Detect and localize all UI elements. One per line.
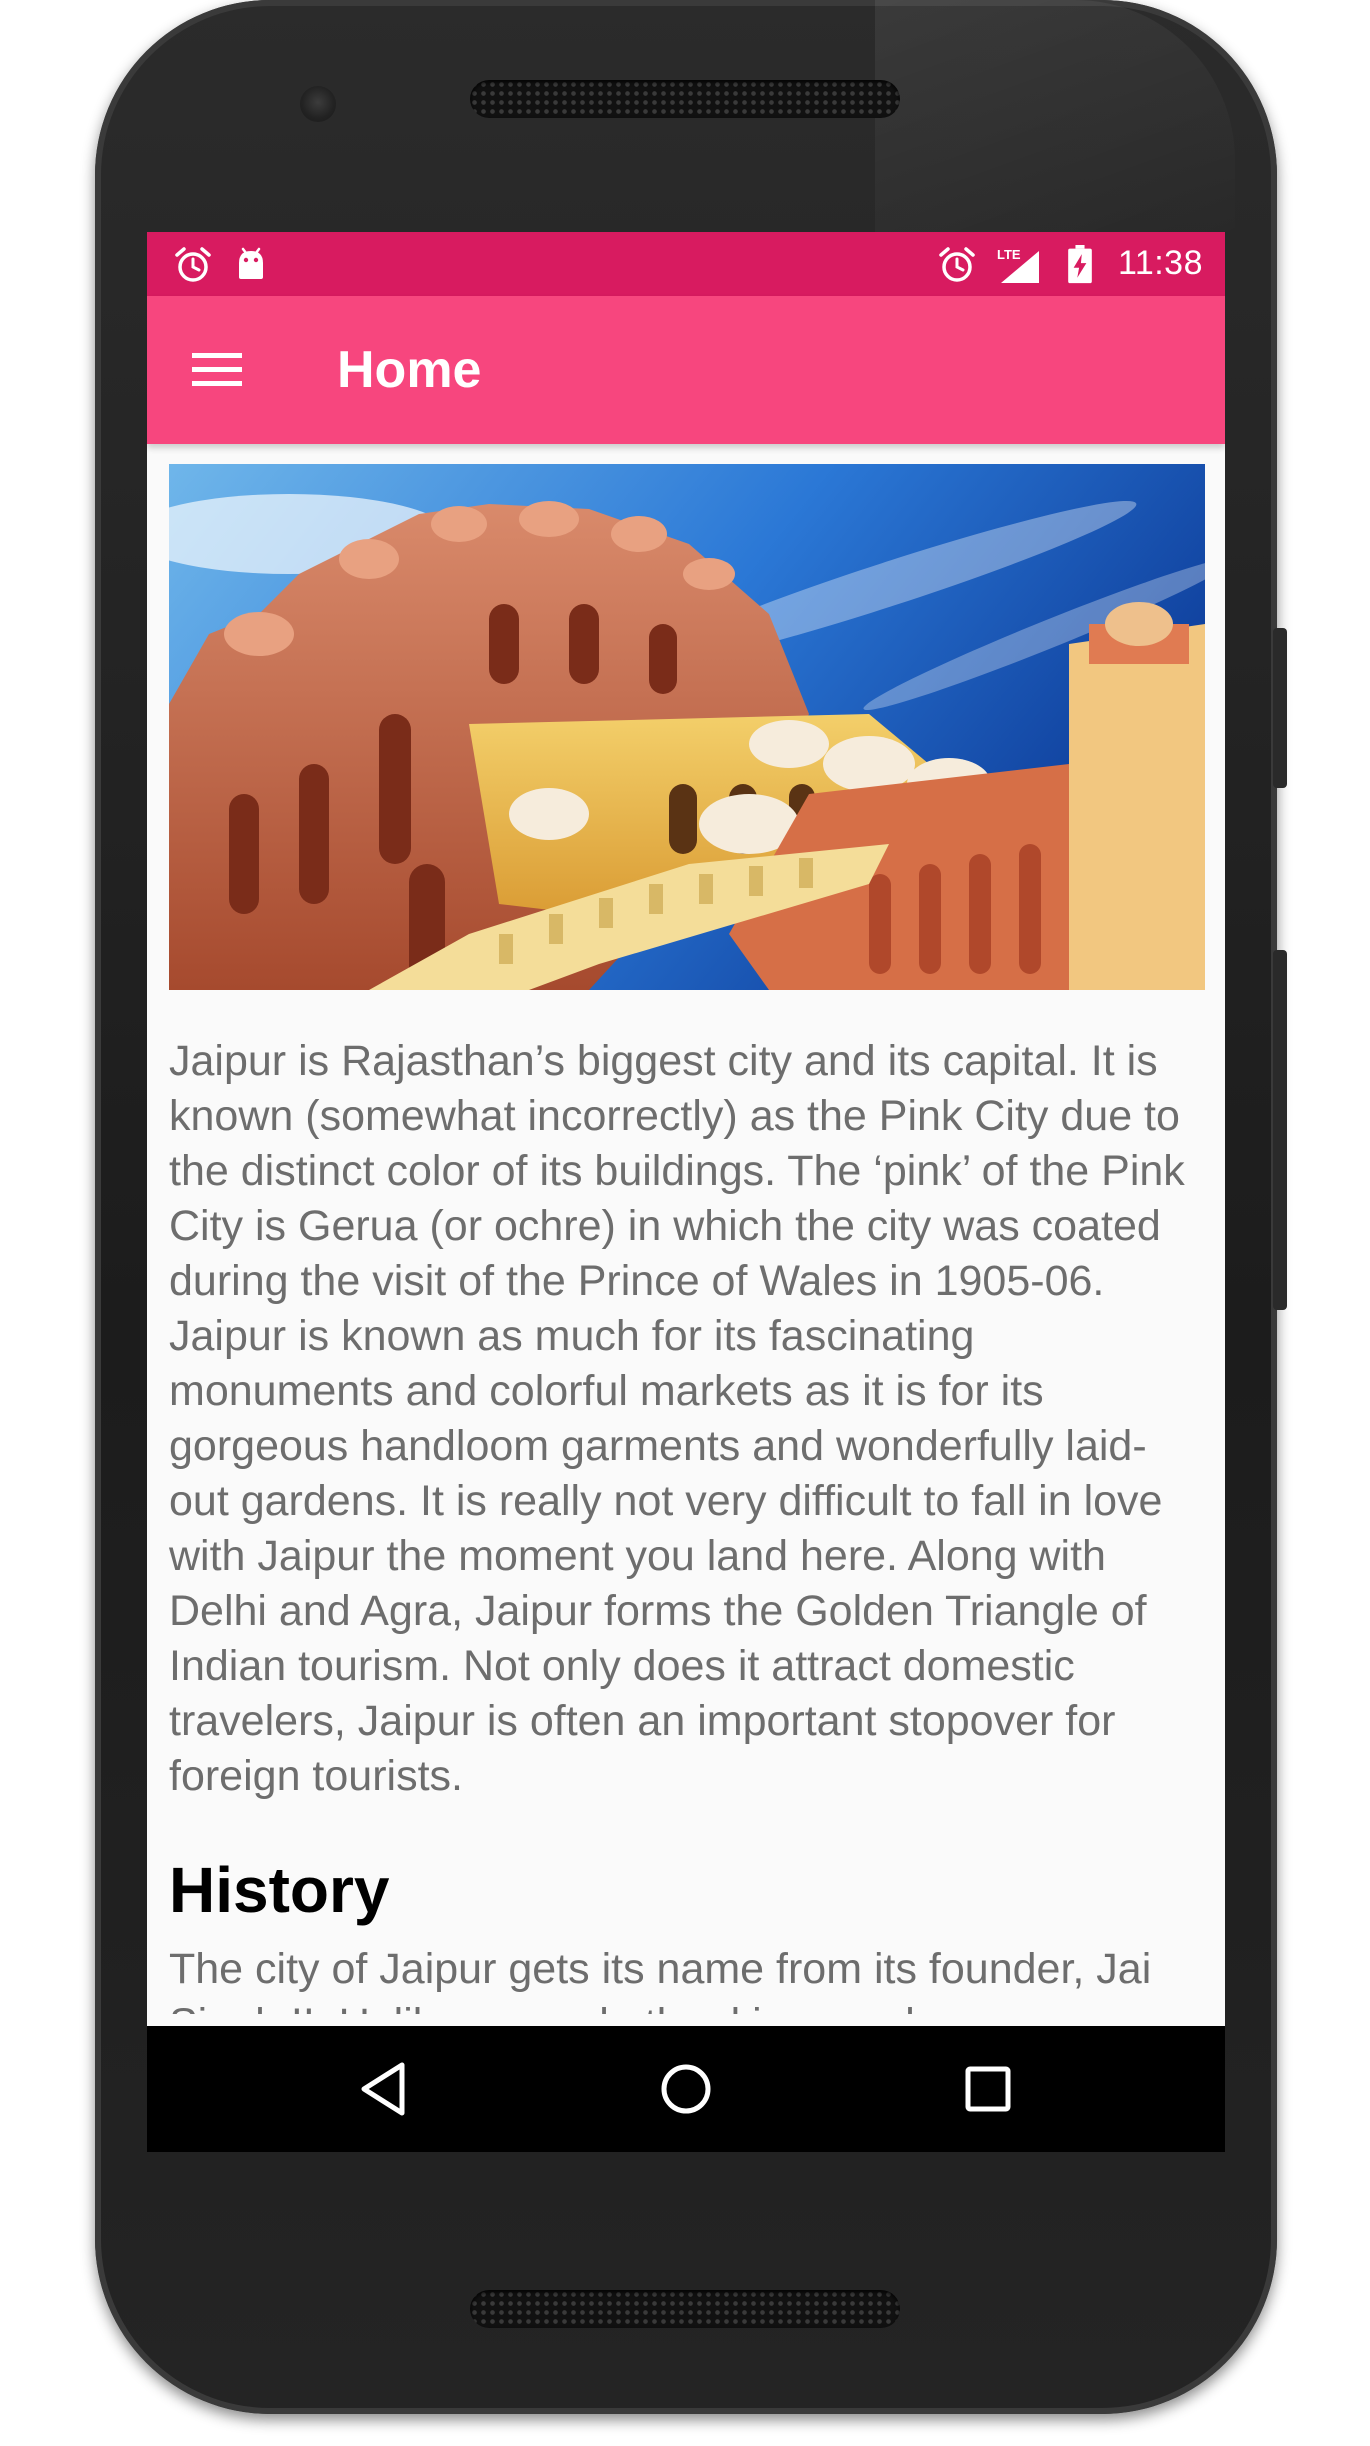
home-icon: [661, 2064, 711, 2114]
recents-button[interactable]: [953, 2054, 1023, 2124]
status-bar: LTE 11:38: [147, 232, 1225, 296]
app-bar: Home: [147, 296, 1225, 444]
status-time: 11:38: [1117, 244, 1203, 282]
network-type-label: LTE: [997, 247, 1021, 262]
system-navigation-bar: [147, 2026, 1225, 2152]
alarm-icon: [939, 247, 975, 282]
device-frame: LTE 11:38 Home Jaipur is Rajasthan’s big…: [0, 0, 1370, 2446]
power-button: [1273, 628, 1287, 788]
screen: LTE 11:38 Home Jaipur is Rajasthan’s big…: [147, 232, 1225, 2152]
navigation-drawer-button[interactable]: [185, 338, 249, 402]
android-debug-icon: [239, 247, 263, 279]
bottom-speaker-grille: [470, 2290, 900, 2328]
alarm-icon: [175, 247, 211, 282]
history-paragraph: The city of Jaipur gets its name from it…: [169, 1945, 1152, 2014]
volume-button: [1273, 950, 1287, 1310]
history-heading: History: [169, 1854, 390, 1926]
content-scroll-area[interactable]: Jaipur is Rajasthan’s biggest city and i…: [147, 444, 1225, 2014]
battery-charging-icon: [1068, 245, 1092, 284]
intro-paragraph: Jaipur is Rajasthan’s biggest city and i…: [169, 1037, 1185, 1800]
front-camera: [300, 86, 336, 122]
hero-image: [169, 464, 1205, 990]
signal-icon: LTE: [997, 247, 1039, 283]
app-bar-title: Home: [337, 341, 482, 399]
back-button[interactable]: [349, 2054, 419, 2124]
hamburger-menu-icon: [192, 353, 242, 386]
back-icon: [361, 2062, 405, 2116]
home-button[interactable]: [651, 2054, 721, 2124]
top-speaker-grille: [470, 80, 900, 118]
recents-icon: [965, 2066, 1011, 2112]
